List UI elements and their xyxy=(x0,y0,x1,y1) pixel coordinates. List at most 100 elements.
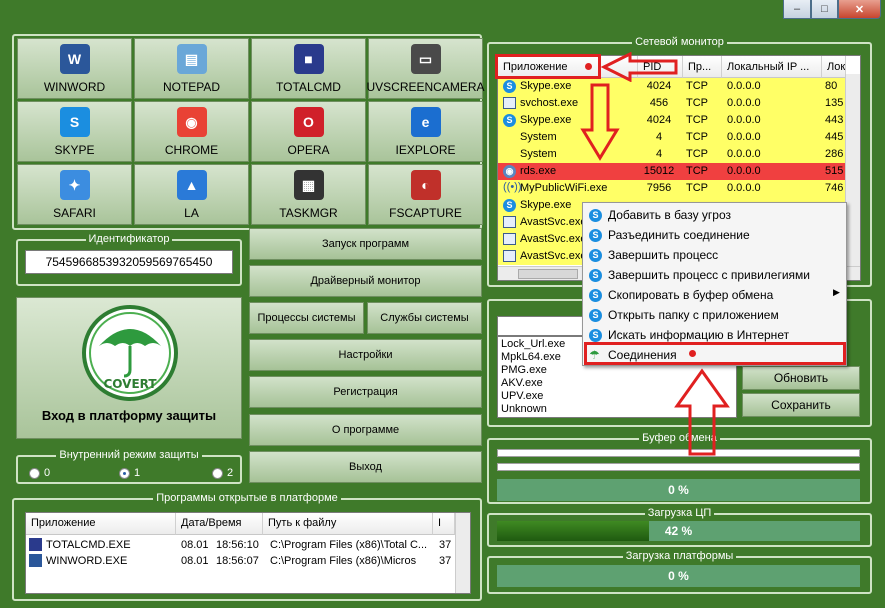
connection-row[interactable]: ((•)) MyPublicWiFi.exe 7956 TCP 0.0.0.0 746 xyxy=(498,180,845,197)
driver-monitor-button[interactable]: Драйверный монитор xyxy=(249,265,482,297)
context-menu-item-label: Искать информацию в Интернет xyxy=(608,328,790,342)
list-item[interactable]: Lock_Url.exe xyxy=(501,338,565,351)
window-icon xyxy=(503,216,516,228)
program-name: WINWORD.EXE xyxy=(46,555,128,567)
connection-app: MyPublicWiFi.exe xyxy=(520,182,608,194)
connection-local-ip: 0.0.0.0 xyxy=(727,80,761,92)
launch-tile-chrome[interactable]: ◉ CHROME xyxy=(134,101,249,162)
programs-column-header[interactable]: Путь к файлу xyxy=(263,513,433,535)
connections-column-header[interactable]: Лок xyxy=(822,56,846,78)
launch-tile-taskmgr[interactable]: ▦ TASKMGR xyxy=(251,164,366,225)
launch-tile-notepad[interactable]: ▤ NOTEPAD xyxy=(134,38,249,99)
mode-option-1[interactable]: 1 xyxy=(119,467,140,479)
mode-option-label: 2 xyxy=(227,467,234,479)
settings-button[interactable]: Настройки xyxy=(249,339,482,371)
mode-option-0[interactable]: 0 xyxy=(29,467,50,479)
programs-list[interactable]: Приложение Дата/Время Путь к файлу I TOTALC… xyxy=(25,512,471,594)
programs-column-header[interactable]: Приложение xyxy=(26,513,176,535)
list-item[interactable]: AKV.exe xyxy=(501,377,543,390)
skype-icon: S xyxy=(589,309,602,322)
launch-programs-button[interactable]: Запуск программ xyxy=(249,228,482,260)
connection-protocol: TCP xyxy=(686,80,708,92)
skype-icon: S xyxy=(503,199,516,212)
program-path: C:\Program Files (x86)\Micros xyxy=(270,555,417,567)
buffer-value: 0 % xyxy=(668,483,689,497)
launch-tile-totalcmd[interactable]: ■ TOTALCMD xyxy=(251,38,366,99)
launch-tile-iexplore[interactable]: e IEXPLORE xyxy=(368,101,483,162)
connection-local-port: 515 xyxy=(825,165,844,177)
context-menu-item[interactable]: S Завершить процесс с привилегиями xyxy=(585,265,845,285)
connection-row[interactable]: ◉ rds.exe 15012 TCP 0.0.0.0 515 xyxy=(498,163,845,180)
save-button[interactable]: Сохранить xyxy=(742,393,860,417)
list-item[interactable]: PMG.exe xyxy=(501,364,547,377)
minimize-button[interactable]: ‒ xyxy=(783,0,811,19)
launch-tile-label: TASKMGR xyxy=(279,206,338,220)
globe-icon: ◉ xyxy=(503,165,516,178)
context-menu-item-label: Открыть папку с приложением xyxy=(608,308,779,322)
cpu-value: 42 % xyxy=(664,524,693,538)
skype-icon: S xyxy=(59,107,90,137)
ie-icon: e xyxy=(410,107,441,137)
registration-button[interactable]: Регистрация xyxy=(249,376,482,408)
connections-highlight-box xyxy=(584,342,846,365)
connection-row[interactable]: S Skype.exe 4024 TCP 0.0.0.0 443 xyxy=(498,112,845,129)
connection-local-ip: 0.0.0.0 xyxy=(727,114,761,126)
context-menu-item[interactable]: S Открыть папку с приложением xyxy=(585,305,845,325)
fscapture-icon: ◐ xyxy=(410,170,441,200)
launch-tile-label: NOTEPAD xyxy=(162,80,221,94)
table-row[interactable]: TOTALCMD.EXE 08.01 18:56:10 C:\Program File… xyxy=(26,537,455,553)
covert-umbrella-logo: COVERT xyxy=(82,305,178,401)
launch-tile-label: IEXPLORE xyxy=(395,143,456,157)
connection-local-port: 445 xyxy=(825,131,844,143)
connections-vscrollbar[interactable] xyxy=(845,74,860,266)
connection-row[interactable]: System 4 TCP 0.0.0.0 286 xyxy=(498,146,845,163)
list-item[interactable]: UPV.exe xyxy=(501,390,543,403)
login-button[interactable]: COVERT Вход в платформу защиты xyxy=(16,297,242,439)
context-menu-item[interactable]: S Завершить процесс xyxy=(585,245,845,265)
launch-tile-opera[interactable]: O OPERA xyxy=(251,101,366,162)
launch-tile-label: LA xyxy=(184,206,199,220)
program-name: TOTALCMD.EXE xyxy=(46,539,131,551)
identifier-field[interactable]: 7545966853932059569765450 xyxy=(25,250,233,274)
connection-local-ip: 0.0.0.0 xyxy=(727,131,761,143)
refresh-button[interactable]: Обновить xyxy=(742,366,860,390)
programs-column-header[interactable]: Дата/Время xyxy=(176,513,263,535)
launch-tile-safari[interactable]: ✦ SAFARI xyxy=(17,164,132,225)
connection-local-port: 80 xyxy=(825,80,838,92)
connections-column-header[interactable]: Локальный IP ... xyxy=(722,56,822,78)
list-item[interactable]: MpkL64.exe xyxy=(501,351,561,364)
connections-column-header[interactable]: Пр... xyxy=(683,56,722,78)
context-menu-item[interactable]: S Скопировать в буфер обмена xyxy=(585,285,845,305)
about-button[interactable]: О программе xyxy=(249,414,482,446)
maximize-button[interactable]: □ xyxy=(811,0,838,19)
context-menu-item[interactable]: S Добавить в базу угроз xyxy=(585,205,845,225)
list-item[interactable]: Unknown xyxy=(501,403,547,416)
connection-row[interactable]: System 4 TCP 0.0.0.0 445 xyxy=(498,129,845,146)
program-extra: 37 xyxy=(439,539,452,551)
window-icon xyxy=(503,250,516,262)
close-button[interactable]: ✕ xyxy=(838,0,881,19)
launch-tile-label: SAFARI xyxy=(53,206,96,220)
launch-tile-uvscreencamera[interactable]: ▭ UVSCREENCAMERA xyxy=(366,38,485,99)
red-dot xyxy=(585,63,592,70)
connection-row[interactable]: svchost.exe 456 TCP 0.0.0.0 135 xyxy=(498,95,845,112)
chrome-icon: ◉ xyxy=(176,107,207,137)
system-processes-button[interactable]: Процессы системы xyxy=(249,302,364,334)
skype-icon: S xyxy=(503,80,516,93)
mode-option-2[interactable]: 2 xyxy=(212,467,233,479)
exit-button[interactable]: Выход xyxy=(249,451,482,483)
skype-icon: S xyxy=(589,329,602,342)
programs-scrollbar[interactable] xyxy=(455,513,470,593)
system-services-button[interactable]: Службы системы xyxy=(367,302,482,334)
context-menu-item-label: Скопировать в буфер обмена xyxy=(608,288,774,302)
programs-column-header[interactable]: I xyxy=(433,513,455,535)
launch-tile-fscapture[interactable]: ◐ FSCAPTURE xyxy=(368,164,483,225)
launch-tile-label: CHROME xyxy=(164,143,219,157)
table-row[interactable]: WINWORD.EXE 08.01 18:56:07 C:\Program Files… xyxy=(26,553,455,569)
cpu-progress-fill xyxy=(497,521,650,541)
context-menu-item[interactable]: S Разъединить соединение xyxy=(585,225,845,245)
launch-tile-winword[interactable]: W WINWORD xyxy=(17,38,132,99)
red-arrow-up-icon xyxy=(674,368,730,456)
launch-tile-skype[interactable]: S SKYPE xyxy=(17,101,132,162)
launch-tile-la[interactable]: ▲ LA xyxy=(134,164,249,225)
